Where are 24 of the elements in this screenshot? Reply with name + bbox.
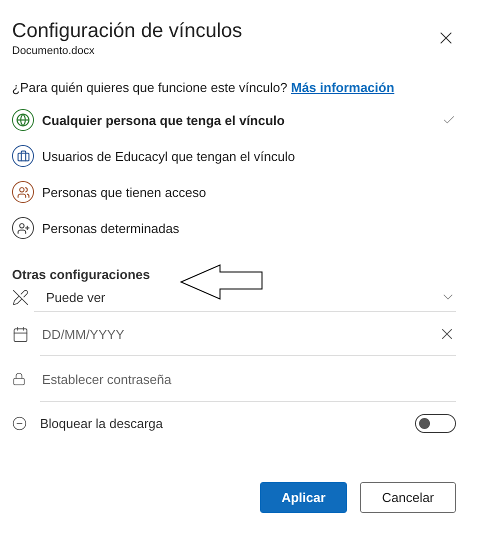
dialog-title: Configuración de vínculos bbox=[12, 20, 242, 43]
block-download-toggle[interactable] bbox=[415, 414, 456, 432]
file-name: Documento.docx bbox=[12, 45, 96, 57]
people-icon bbox=[16, 186, 30, 198]
cancel-button[interactable]: Cancelar bbox=[360, 482, 456, 513]
calendar-icon bbox=[12, 326, 29, 342]
lock-icon bbox=[12, 372, 26, 386]
apply-button[interactable]: Aplicar bbox=[260, 482, 347, 513]
expiry-date-field[interactable]: DD/MM/YYYY bbox=[40, 326, 438, 342]
block-download-label: Bloquear la descarga bbox=[40, 416, 164, 430]
link-audience-option[interactable]: Personas que tienen acceso bbox=[12, 179, 456, 205]
link-audience-option[interactable]: Cualquier persona que tenga el vínculo bbox=[12, 107, 456, 133]
section-heading: Otras configuraciones bbox=[12, 267, 151, 282]
block-icon bbox=[12, 416, 27, 430]
globe-icon bbox=[16, 113, 30, 127]
briefcase-icon bbox=[16, 150, 30, 162]
person-add-icon bbox=[16, 222, 30, 234]
link-audience-option[interactable]: Personas determinadas bbox=[12, 215, 456, 241]
question-text: ¿Para quién quieres que funcione este vínculo? bbox=[12, 80, 288, 95]
password-field[interactable]: Establecer contraseña bbox=[40, 370, 456, 388]
link-audience-option[interactable]: Usuarios de Educacyl que tengan el vínculo bbox=[12, 143, 456, 169]
pencil-off-icon bbox=[12, 288, 29, 306]
more-info-link[interactable]: Más información bbox=[290, 80, 394, 95]
permission-dropdown[interactable]: Puede ver bbox=[46, 290, 440, 304]
